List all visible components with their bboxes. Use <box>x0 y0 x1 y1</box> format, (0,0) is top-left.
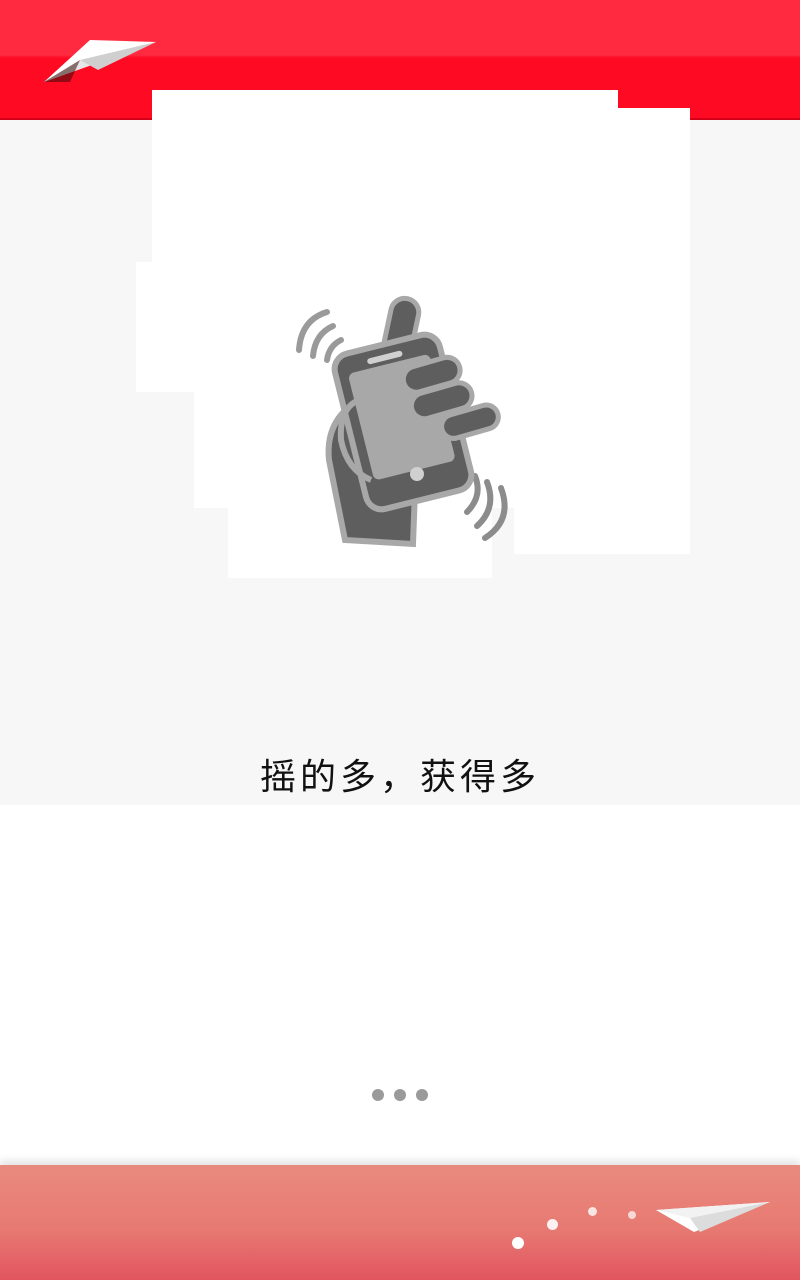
page-indicator <box>0 1086 800 1105</box>
decor-dot <box>628 1211 636 1219</box>
paper-plane-icon <box>44 40 156 82</box>
shake-phone-icon <box>296 295 508 548</box>
page-dot[interactable] <box>416 1089 429 1101</box>
tagline-text: 摇的多，获得多 <box>259 757 540 798</box>
decor-dot <box>512 1237 524 1249</box>
page-dot[interactable] <box>371 1089 384 1101</box>
page-dot[interactable] <box>394 1089 406 1101</box>
decor-dot <box>547 1219 558 1230</box>
decor-dot <box>588 1207 597 1216</box>
paper-plane-icon <box>656 1202 770 1232</box>
